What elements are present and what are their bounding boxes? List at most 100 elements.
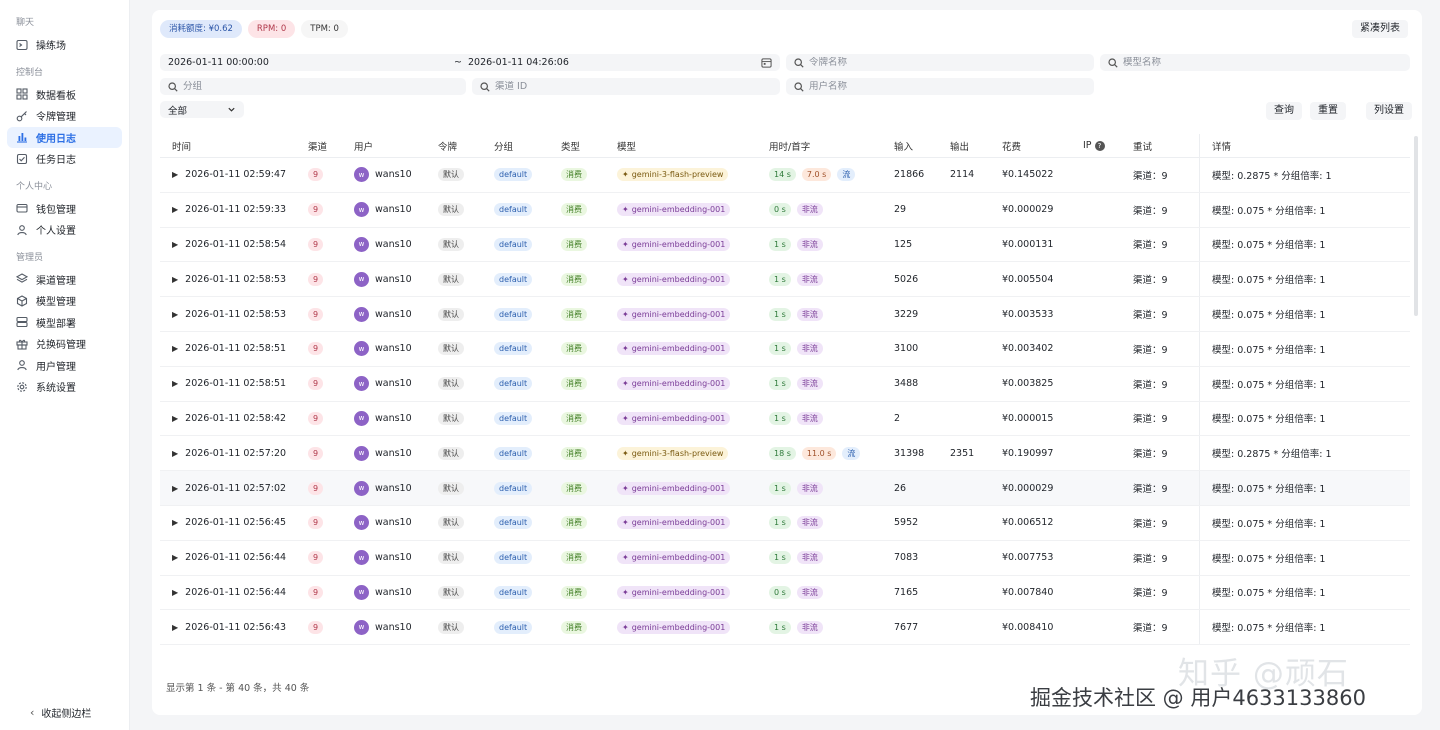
user-name: wans10 — [375, 378, 412, 390]
group-field[interactable] — [160, 78, 466, 95]
expand-row-icon[interactable]: ▶ — [172, 588, 178, 597]
sidebar-section-label: 控制台 — [16, 67, 44, 78]
cell-input: 29 — [894, 204, 907, 216]
sidebar-item-label: 钱包管理 — [36, 204, 76, 216]
expand-row-icon[interactable]: ▶ — [172, 414, 178, 423]
log-type-select[interactable]: 全部 — [160, 101, 244, 118]
sidebar-item[interactable]: 用户管理 — [7, 355, 122, 377]
sidebar-item[interactable]: 令牌管理 — [7, 105, 122, 127]
table-row[interactable]: ▶ 2026-01-11 02:57:20 9 w wans10 默认 default 消费 ✦… — [160, 436, 1410, 472]
sidebar-item[interactable]: 系统设置 — [7, 376, 122, 398]
sidebar-item[interactable]: 模型部署 — [7, 312, 122, 334]
cell-cost: ¥0.007840 — [1002, 586, 1054, 598]
column-header: 输出 — [950, 139, 1002, 153]
table-row[interactable]: ▶ 2026-01-11 02:58:53 9 w wans10 默认 default 消费 ✦… — [160, 262, 1410, 298]
model-badge[interactable]: ✦ gemini-3-flash-preview — [617, 168, 729, 182]
table-row[interactable]: ▶ 2026-01-11 02:56:44 9 w wans10 默认 default 消费 ✦… — [160, 575, 1410, 611]
help-icon[interactable]: ? — [1094, 140, 1105, 151]
vertical-scrollbar[interactable] — [1414, 136, 1418, 316]
user-name-field[interactable] — [786, 78, 1094, 95]
group-input[interactable] — [183, 81, 458, 92]
time-text: 2026-01-11 02:59:47 — [185, 169, 287, 181]
cell-token: 默认 — [438, 411, 494, 425]
expand-row-icon[interactable]: ▶ — [172, 240, 178, 249]
model-badge[interactable]: ✦ gemini-embedding-001 — [617, 516, 731, 530]
date-range-picker[interactable]: 2026-01-11 00:00:00 ~ 2026-01-11 04:26:0… — [160, 54, 780, 71]
model-badge[interactable]: ✦ gemini-embedding-001 — [617, 203, 731, 217]
cell-retry: 渠道：9 — [1133, 540, 1200, 575]
expand-row-icon[interactable]: ▶ — [172, 170, 178, 179]
stream-mode-badge: 非流 — [796, 620, 823, 634]
sidebar-item[interactable]: 任务日志 — [7, 148, 122, 170]
channel-badge: 9 — [308, 585, 324, 599]
token-badge: 默认 — [438, 342, 464, 356]
sidebar-item[interactable]: 使用日志 — [7, 126, 122, 148]
chevron-down-icon — [227, 105, 236, 114]
table-row[interactable]: ▶ 2026-01-11 02:56:43 9 w wans10 默认 default 消费 ✦… — [160, 610, 1410, 646]
pagination-info: 显示第 1 条 - 第 40 条，共 40 条 — [166, 683, 310, 694]
table-row[interactable]: ▶ 2026-01-11 02:56:45 9 w wans10 默认 default 消费 ✦… — [160, 505, 1410, 541]
sidebar-item[interactable]: 渠道管理 — [7, 269, 122, 291]
model-badge[interactable]: ✦ gemini-embedding-001 — [617, 551, 731, 565]
calendar-icon[interactable] — [761, 57, 772, 68]
sidebar-item[interactable]: 数据看板 — [7, 84, 122, 106]
table-body: ▶ 2026-01-11 02:59:47 9 w wans10 默认 default 消费 ✦… — [160, 158, 1410, 646]
channel-id-input[interactable] — [495, 81, 772, 92]
expand-row-icon[interactable]: ▶ — [172, 205, 178, 214]
user-name-input[interactable] — [809, 81, 1086, 92]
token-name-field[interactable] — [786, 54, 1094, 71]
table-row[interactable]: ▶ 2026-01-11 02:56:44 9 w wans10 默认 default 消费 ✦… — [160, 540, 1410, 576]
table-row[interactable]: ▶ 2026-01-11 02:58:54 9 w wans10 默认 default 消费 ✦… — [160, 227, 1410, 263]
column-header: 分组 — [494, 139, 561, 153]
compact-list-button[interactable]: 紧凑列表 — [1352, 20, 1408, 38]
expand-row-icon[interactable]: ▶ — [172, 344, 178, 353]
cell-duration: 1 s 非流 — [769, 620, 894, 634]
table-row[interactable]: ▶ 2026-01-11 02:58:42 9 w wans10 默认 default 消费 ✦… — [160, 401, 1410, 437]
sidebar-item[interactable]: 操练场 — [7, 34, 122, 56]
collapse-sidebar-button[interactable]: ‹ 收起侧边栏 — [30, 705, 91, 720]
table-row[interactable]: ▶ 2026-01-11 02:58:51 9 w wans10 默认 default 消费 ✦… — [160, 331, 1410, 367]
token-badge: 默认 — [438, 446, 464, 460]
table-row[interactable]: ▶ 2026-01-11 02:57:02 9 w wans10 默认 default 消费 ✦… — [160, 471, 1410, 506]
expand-row-icon[interactable]: ▶ — [172, 379, 178, 388]
time-text: 2026-01-11 02:56:44 — [185, 586, 287, 598]
cell-channel: 9 — [308, 307, 354, 321]
model-badge[interactable]: ✦ gemini-embedding-001 — [617, 411, 731, 425]
sidebar-item[interactable]: 模型管理 — [7, 290, 122, 312]
column-header-label: 输入 — [894, 141, 914, 153]
table-row[interactable]: ▶ 2026-01-11 02:58:51 9 w wans10 默认 default 消费 ✦… — [160, 366, 1410, 402]
cell-model: ✦ gemini-embedding-001 — [617, 516, 769, 530]
model-badge[interactable]: ✦ gemini-3-flash-preview — [617, 446, 729, 460]
expand-row-icon[interactable]: ▶ — [172, 553, 178, 562]
model-badge[interactable]: ✦ gemini-embedding-001 — [617, 237, 731, 251]
expand-row-icon[interactable]: ▶ — [172, 518, 178, 527]
grid-icon — [16, 88, 28, 100]
channel-id-field[interactable] — [472, 78, 780, 95]
query-button[interactable]: 查询 — [1266, 102, 1302, 120]
expand-row-icon[interactable]: ▶ — [172, 623, 178, 632]
model-badge[interactable]: ✦ gemini-embedding-001 — [617, 481, 731, 495]
column-settings-button[interactable]: 列设置 — [1366, 102, 1412, 120]
table-row[interactable]: ▶ 2026-01-11 02:59:47 9 w wans10 默认 default 消费 ✦… — [160, 158, 1410, 193]
expand-row-icon[interactable]: ▶ — [172, 484, 178, 493]
sidebar-item[interactable]: 个人设置 — [7, 219, 122, 241]
model-badge[interactable]: ✦ gemini-embedding-001 — [617, 620, 731, 634]
model-badge[interactable]: ✦ gemini-embedding-001 — [617, 585, 731, 599]
reset-button[interactable]: 重置 — [1310, 102, 1346, 120]
token-name-input[interactable] — [809, 57, 1086, 68]
model-badge[interactable]: ✦ gemini-embedding-001 — [617, 342, 731, 356]
table-row[interactable]: ▶ 2026-01-11 02:58:53 9 w wans10 默认 default 消费 ✦… — [160, 297, 1410, 332]
model-name-field[interactable] — [1100, 54, 1410, 71]
cell-type: 消费 — [561, 551, 617, 565]
model-badge[interactable]: ✦ gemini-embedding-001 — [617, 307, 731, 321]
table-row[interactable]: ▶ 2026-01-11 02:59:33 9 w wans10 默认 default 消费 ✦… — [160, 192, 1410, 228]
sidebar-item[interactable]: 兑换码管理 — [7, 333, 122, 355]
expand-row-icon[interactable]: ▶ — [172, 275, 178, 284]
model-badge[interactable]: ✦ gemini-embedding-001 — [617, 272, 731, 286]
expand-row-icon[interactable]: ▶ — [172, 449, 178, 458]
model-name-input[interactable] — [1123, 57, 1402, 68]
expand-row-icon[interactable]: ▶ — [172, 310, 178, 319]
sidebar-item[interactable]: 钱包管理 — [7, 198, 122, 220]
model-badge[interactable]: ✦ gemini-embedding-001 — [617, 377, 731, 391]
cell-type: 消费 — [561, 307, 617, 321]
